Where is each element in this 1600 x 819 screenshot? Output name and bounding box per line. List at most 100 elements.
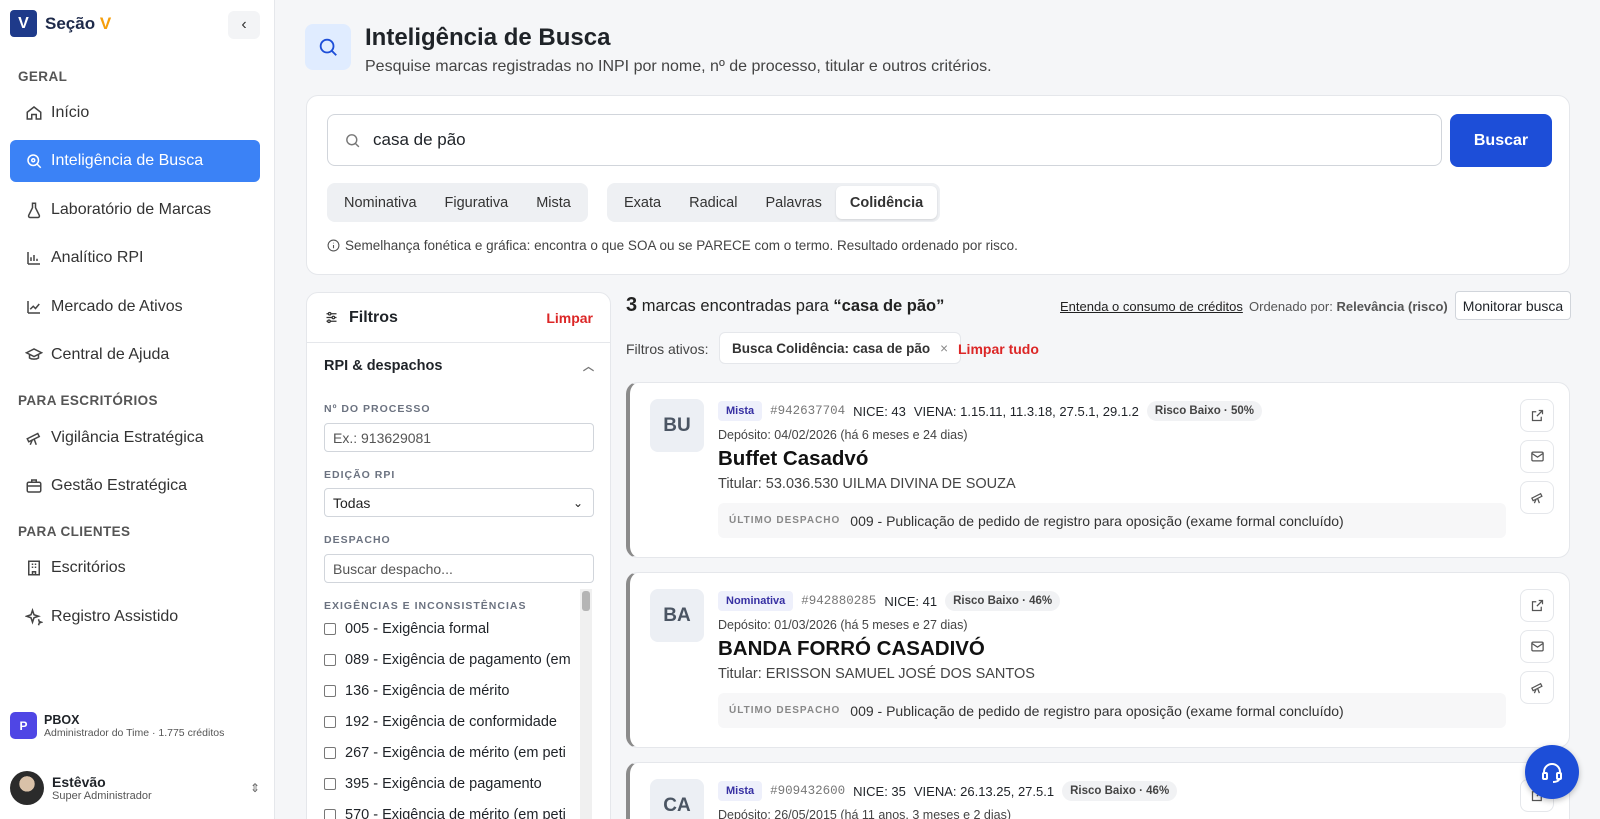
tab-mista[interactable]: Mista [522, 186, 585, 219]
external-link-icon [1531, 409, 1543, 422]
email-button[interactable] [1520, 440, 1554, 473]
chevron-up-down-icon: ⇕ [249, 781, 260, 795]
filter-section-label: RPI & despachos [324, 358, 443, 374]
clear-all-button[interactable]: Limpar tudo [958, 341, 1039, 357]
watch-button[interactable] [1520, 671, 1554, 704]
mark-name: BANDA FORRÓ CASADIVÓ [718, 637, 985, 660]
result-card[interactable]: BU Mista #942637704 NICE: 43 VIENA: 1.15… [626, 382, 1570, 558]
tab-figurativa[interactable]: Figurativa [431, 186, 523, 219]
sidebar-item-mercado-de-ativos[interactable]: Mercado de Ativos [10, 286, 260, 328]
despacho-search-field[interactable]: Buscar despacho... [324, 554, 594, 583]
sidebar-item-gestao-estrategica[interactable]: Gestão Estratégica [10, 465, 260, 507]
last-despacho: ÚLTIMO DESPACHO 009 - Publicação de pedi… [718, 503, 1506, 538]
edition-value: Todas [333, 494, 371, 511]
email-button[interactable] [1520, 630, 1554, 663]
sidebar-item-central-de-ajuda[interactable]: Central de Ajuda [10, 334, 260, 376]
briefcase-icon [26, 479, 42, 493]
active-filter-chip[interactable]: Busca Colidência: casa de pão × [719, 332, 961, 364]
sidebar-item-label: Vigilância Estratégica [51, 429, 204, 446]
open-external-button[interactable] [1520, 399, 1554, 432]
user-name: Estêvão [52, 774, 106, 790]
nice-class: NICE: 35 [853, 783, 906, 799]
sidebar-item-analitico-rpi[interactable]: Analítico RPI [10, 237, 260, 279]
user-menu[interactable]: Estêvão Super Administrador ⇕ [10, 771, 260, 805]
watch-button[interactable] [1520, 481, 1554, 514]
scrollbar-thumb[interactable] [582, 591, 590, 611]
tab-exata[interactable]: Exata [610, 186, 675, 219]
sparkles-icon [25, 608, 43, 626]
process-placeholder: Ex.: 913629081 [333, 429, 432, 446]
help-button[interactable] [1525, 745, 1579, 799]
chevron-left-icon: ‹ [241, 16, 247, 33]
tab-nominativa[interactable]: Nominativa [330, 186, 431, 219]
search-button[interactable]: Buscar [1450, 114, 1552, 167]
search-icon [346, 133, 360, 147]
checkbox-label: 267 - Exigência de mérito (em peti [345, 744, 566, 761]
flask-icon [27, 202, 41, 219]
section-label-para-escritorios: PARA ESCRITÓRIOS [18, 393, 158, 408]
sort-order[interactable]: Ordenado por: Relevância (risco) [1249, 299, 1448, 314]
sidebar-item-escritorios[interactable]: Escritórios [10, 547, 260, 589]
sidebar-item-vigilancia-estrategica[interactable]: Vigilância Estratégica [10, 417, 260, 459]
team-badge: P [10, 712, 37, 739]
sidebar-item-inicio[interactable]: Início [10, 92, 260, 134]
deposit-age: (há 5 meses e 27 dias) [840, 618, 968, 632]
search-query: casa de pão [373, 130, 466, 149]
process-field[interactable]: Ex.: 913629081 [324, 423, 594, 452]
checkbox-icon [324, 622, 336, 635]
exigencia-checkbox[interactable]: 089 - Exigência de pagamento (em [324, 644, 579, 675]
page-title: Inteligência de Busca [365, 24, 611, 51]
chevron-down-icon: ⌄ [572, 495, 583, 510]
exigencia-checkbox[interactable]: 136 - Exigência de mérito [324, 675, 579, 706]
mark-avatar: CA [650, 779, 704, 819]
edition-select[interactable]: Todas ⌄ [324, 488, 594, 517]
viena-class: VIENA: 1.15.11, 11.3.18, 27.5.1, 29.1.2 [913, 403, 1139, 419]
tab-radical[interactable]: Radical [675, 186, 751, 219]
info-icon [327, 239, 340, 252]
exigencia-checkbox[interactable]: 395 - Exigência de pagamento [324, 768, 579, 799]
sidebar-item-label: Laboratório de Marcas [51, 201, 212, 218]
section-label-para-clientes: PARA CLIENTES [18, 524, 131, 539]
checkbox-label: 570 - Exigência de mérito (em peti [345, 806, 566, 819]
team-switcher[interactable]: P PBOX Administrador do Time · 1.775 cré… [10, 712, 224, 739]
exigencia-checkbox[interactable]: 570 - Exigência de mérito (em peti [324, 799, 579, 819]
sidebar-item-label: Registro Assistido [51, 608, 179, 625]
viena-class: VIENA: 26.13.25, 27.5.1 [913, 783, 1055, 799]
credit-consumption-link[interactable]: Entenda o consumo de créditos [1060, 299, 1243, 314]
hint-text: Semelhança fonética e gráfica: encontra … [345, 238, 1018, 253]
chevron-up-icon: ︿ [583, 361, 594, 373]
despacho-text: 009 - Publicação de pedido de registro p… [850, 702, 1344, 719]
exigencia-checkbox[interactable]: 005 - Exigência formal [324, 613, 579, 644]
sidebar-item-inteligencia-de-busca[interactable]: Inteligência de Busca [10, 140, 260, 182]
exigencias-scrollbar[interactable] [580, 589, 592, 819]
close-icon[interactable]: × [940, 341, 948, 356]
logo-mark: V [10, 10, 37, 37]
exigencia-checkbox[interactable]: 267 - Exigência de mérito (em peti [324, 737, 579, 768]
sidebar-item-registro-assistido[interactable]: Registro Assistido [10, 596, 260, 638]
sidebar-item-label: Inteligência de Busca [51, 152, 204, 169]
despacho-label: ÚLTIMO DESPACHO [729, 705, 841, 716]
bar-chart-icon [27, 252, 40, 265]
logo[interactable]: V Seção V [10, 10, 111, 37]
deposit-date: Depósito: 01/03/2026 [718, 618, 837, 632]
tab-colidencia[interactable]: Colidência [835, 186, 938, 219]
search-card: casa de pão Buscar Nominativa Figurativa… [306, 95, 1570, 275]
sidebar-item-label: Gestão Estratégica [51, 477, 188, 494]
despacho-placeholder: Buscar despacho... [333, 560, 453, 577]
filters-clear-button[interactable]: Limpar [546, 310, 593, 326]
telescope-icon [1530, 492, 1543, 504]
despacho-label: ÚLTIMO DESPACHO [729, 515, 841, 526]
sidebar-item-laboratorio-de-marcas[interactable]: Laboratório de Marcas [10, 189, 260, 231]
open-external-button[interactable] [1520, 589, 1554, 622]
collapse-sidebar-button[interactable]: ‹ [228, 11, 260, 39]
mail-icon [1530, 641, 1544, 652]
search-input[interactable]: casa de pão [327, 114, 1442, 166]
exigencias-list: 005 - Exigência formal 089 - Exigência d… [324, 613, 579, 819]
filter-section-rpi[interactable]: RPI & despachos ︿ [324, 358, 594, 374]
tab-palavras[interactable]: Palavras [751, 186, 835, 219]
result-card[interactable]: BA Nominativa #942880285 NICE: 41 Risco … [626, 572, 1570, 748]
filters-title: Filtros [349, 308, 398, 326]
monitor-search-button[interactable]: Monitorar busca [1455, 291, 1571, 320]
result-card[interactable]: CA Mista #909432600 NICE: 35 VIENA: 26.1… [626, 762, 1570, 819]
exigencia-checkbox[interactable]: 192 - Exigência de conformidade [324, 706, 579, 737]
